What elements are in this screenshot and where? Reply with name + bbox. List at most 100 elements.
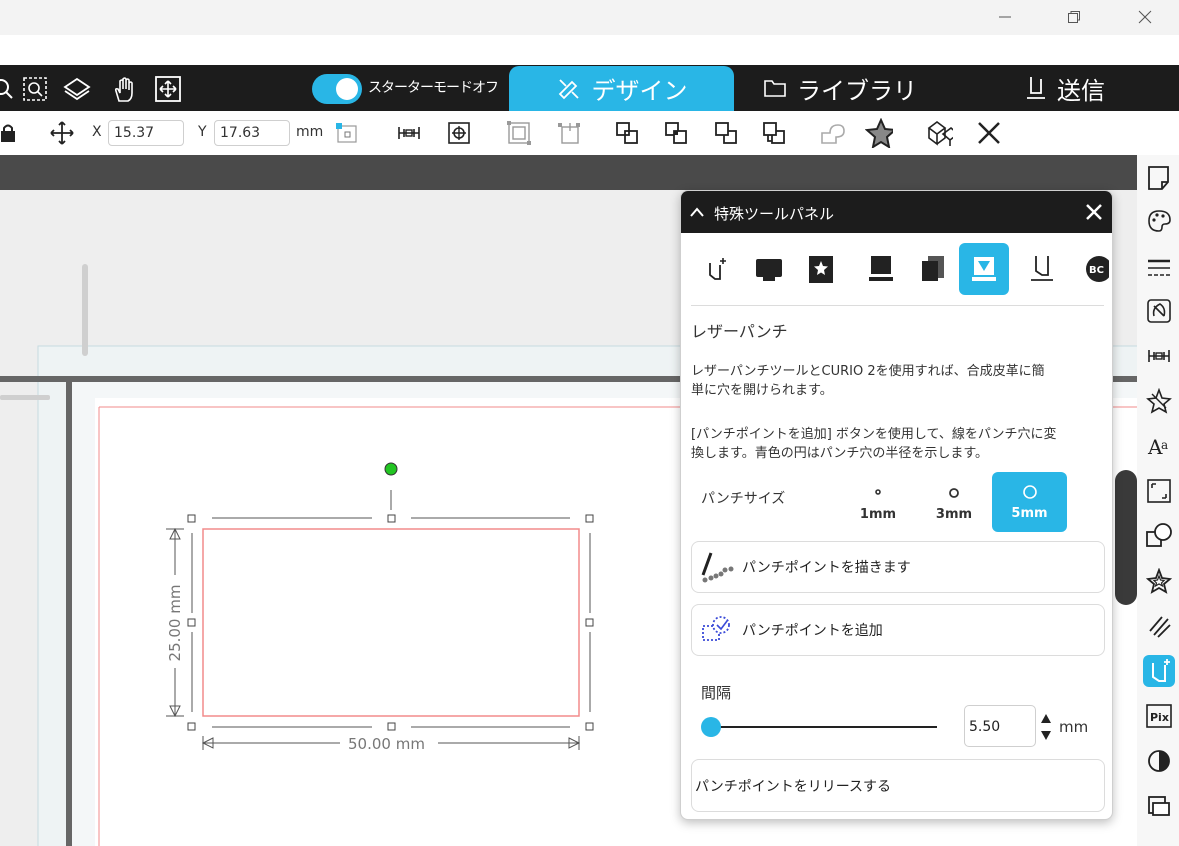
description-line-4: 換します。青色の円はパンチ穴の半径を示します。 <box>691 446 989 461</box>
special-tools-icon[interactable] <box>1143 655 1175 687</box>
punch-size-5mm-label: 5mm <box>1011 505 1048 521</box>
send-to-back-icon[interactable] <box>613 118 641 148</box>
draw-punch-points-button[interactable]: パンチポイントを描きます <box>691 541 1105 593</box>
backward-icon[interactable] <box>662 118 690 148</box>
description-line-3: [パンチポイントを追加] ボタンを使用して、線をパンチ穴に変 <box>691 427 1057 442</box>
lock-icon[interactable] <box>0 118 22 148</box>
tab-library-label: ライブラリ <box>797 76 917 105</box>
transform-icon[interactable] <box>1143 340 1175 372</box>
panel-separator <box>691 305 1104 306</box>
release-punch-points-label: パンチポイントをリリースする <box>695 778 891 795</box>
pan-hand-icon[interactable] <box>110 74 140 104</box>
svg-text:Pix: Pix <box>1150 711 1169 724</box>
print-cut-icon[interactable] <box>1143 790 1175 822</box>
deboss-tool-icon[interactable] <box>855 243 905 295</box>
interval-input[interactable]: 5.50 <box>964 705 1036 747</box>
add-punch-points-label: パンチポイントを追加 <box>742 623 883 639</box>
punch-size-3mm[interactable]: 3mm <box>919 478 989 531</box>
add-punch-points-button[interactable]: パンチポイントを追加 <box>691 604 1105 656</box>
unit-label: mm <box>296 124 324 140</box>
modify-icon[interactable] <box>1143 520 1175 552</box>
panel-header: 特殊ツールパネル <box>681 191 1112 233</box>
sketch-icon[interactable] <box>1143 610 1175 642</box>
section-title: レザーパンチ <box>691 322 788 341</box>
release-punch-points-button[interactable]: パンチポイントをリリースする <box>691 759 1105 812</box>
toggle-knob <box>336 78 358 100</box>
pixscan-icon[interactable]: Pix <box>1143 700 1175 732</box>
forward-icon[interactable] <box>712 118 740 148</box>
emboss-tool-icon[interactable] <box>744 243 794 295</box>
collapse-icon[interactable] <box>689 204 705 223</box>
special-tools-panel: 特殊ツールパネル BC レザーパンチ レザーパンチツールとCURIO 2を使用す… <box>680 190 1113 820</box>
height-dimension-label: 25.00 mm <box>166 584 184 662</box>
star-shape-icon[interactable] <box>865 118 893 148</box>
interval-slider-track[interactable] <box>709 726 937 728</box>
interval-label: 間隔 <box>701 684 732 702</box>
move-icon[interactable] <box>48 118 76 148</box>
panel-title: 特殊ツールパネル <box>714 205 835 223</box>
tab-library[interactable]: ライブラリ <box>745 65 935 111</box>
replicate-icon[interactable] <box>1143 385 1175 417</box>
3d-shape-icon[interactable] <box>925 118 953 148</box>
punch-size-5mm[interactable]: 5mm <box>992 472 1067 532</box>
leather-punch-tool-icon[interactable] <box>959 243 1009 295</box>
design-icon <box>558 78 579 99</box>
draw-punch-points-label: パンチポイントを描きます <box>742 560 911 576</box>
selected-rectangle <box>202 528 580 717</box>
punch-size-1mm[interactable]: 1mm <box>843 478 913 531</box>
text-icon[interactable]: Aa <box>1143 430 1175 462</box>
rotate-handle <box>384 462 398 476</box>
maximize-button[interactable] <box>1054 4 1094 30</box>
draw-points-icon <box>692 549 742 585</box>
starter-mode-toggle[interactable] <box>312 74 362 104</box>
width-dimension-label: 50.00 mm <box>348 735 425 753</box>
reference-point-icon[interactable] <box>333 118 361 148</box>
large-dot-icon <box>1022 484 1037 499</box>
bring-to-front-icon[interactable] <box>760 118 788 148</box>
folder-icon <box>764 80 786 97</box>
special-tool-add-icon[interactable] <box>691 243 741 295</box>
tab-design[interactable]: デザイン <box>509 66 734 111</box>
palette-icon[interactable] <box>1143 205 1175 237</box>
tab-send[interactable]: 送信 <box>990 65 1140 111</box>
svg-text:a: a <box>1161 438 1168 452</box>
window-title-bar <box>0 0 1179 35</box>
y-position-input[interactable]: 17.63 <box>214 120 290 146</box>
small-dot-icon <box>875 489 881 495</box>
more-tools-icon[interactable]: BC <box>1069 243 1112 295</box>
send-tool-icon[interactable] <box>1017 243 1067 295</box>
star-library-icon[interactable] <box>1143 565 1175 597</box>
group-icon[interactable] <box>505 118 533 148</box>
page-settings-icon[interactable] <box>1143 162 1175 194</box>
ungroup-icon[interactable] <box>556 118 584 148</box>
close-window-button[interactable] <box>1125 4 1165 30</box>
view-3d-icon[interactable] <box>62 74 92 104</box>
line-style-icon[interactable] <box>1143 252 1175 284</box>
punch-size-label: パンチサイズ <box>701 491 786 507</box>
fill-icon[interactable] <box>1143 295 1175 327</box>
ruler-strip <box>0 155 1137 190</box>
etch-tool-icon[interactable] <box>907 243 957 295</box>
trace-icon[interactable] <box>1143 475 1175 507</box>
contrast-icon[interactable] <box>1143 745 1175 777</box>
mat-left-edge <box>66 376 72 846</box>
panel-close-icon[interactable] <box>1084 202 1104 226</box>
delete-icon[interactable] <box>975 118 1003 148</box>
fit-to-window-icon[interactable] <box>153 74 183 104</box>
menu-band <box>0 35 1179 65</box>
align-icon[interactable] <box>445 118 473 148</box>
shape-outline-icon[interactable] <box>818 118 846 148</box>
x-position-input[interactable]: 15.37 <box>108 120 184 146</box>
punch-size-1mm-label: 1mm <box>859 507 897 522</box>
canvas-vertical-scrollbar[interactable] <box>1115 470 1137 605</box>
zoom-icon[interactable] <box>0 74 18 104</box>
interval-stepper[interactable] <box>1040 711 1052 747</box>
y-label: Y <box>198 124 207 140</box>
canvas-scroll-guide <box>82 264 88 356</box>
zoom-select-icon[interactable] <box>20 74 50 104</box>
width-icon[interactable] <box>395 118 423 148</box>
x-label: X <box>92 124 102 140</box>
stipple-tool-icon[interactable] <box>796 243 846 295</box>
interval-slider-knob[interactable] <box>701 717 721 737</box>
minimize-button[interactable] <box>985 4 1025 30</box>
